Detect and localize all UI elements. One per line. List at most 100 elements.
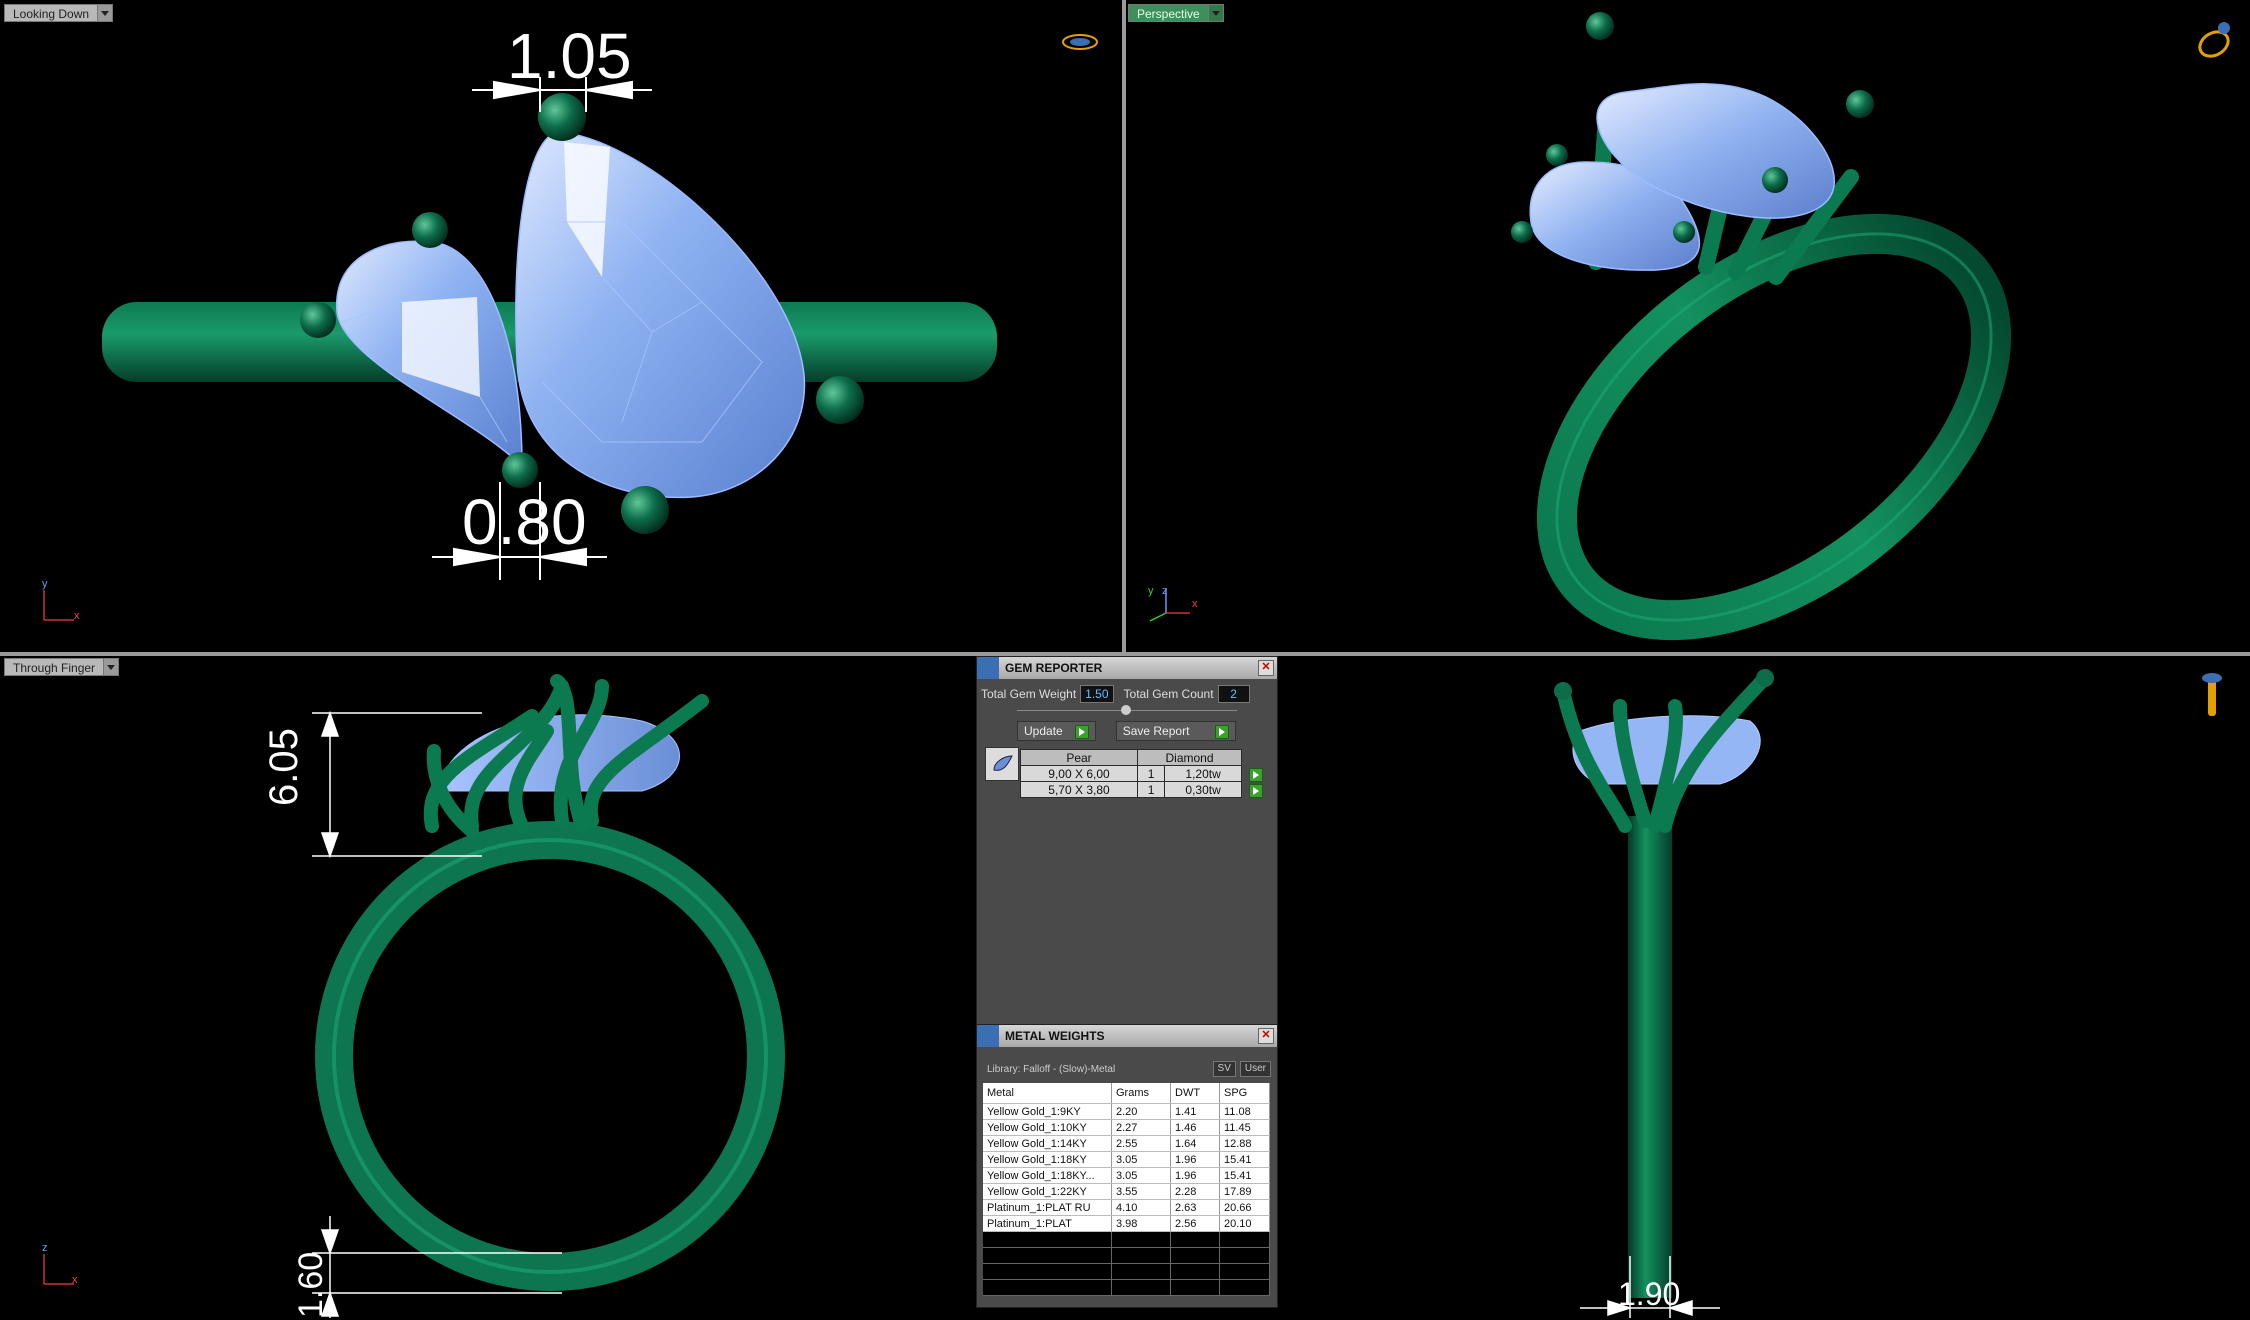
empty-row (983, 1231, 1270, 1248)
table-row[interactable]: Yellow Gold_1:18KY... 3.05 1.96 15.41 (983, 1167, 1270, 1184)
viewport-title: Looking Down (4, 4, 99, 22)
metal-spg: 11.08 (1219, 1103, 1270, 1120)
user-select[interactable]: User (1239, 1061, 1271, 1077)
viewport-through-finger[interactable]: Through Finger 6.05 1.60 z x (2, 656, 972, 1318)
table-row[interactable]: 5,70 X 3,80 1 0,30tw (1020, 781, 1242, 798)
gem-table: Pear Diamond 9,00 X 6,00 1 1,20tw 5,70 X… (1020, 749, 1242, 798)
total-gem-weight-label: Total Gem Weight (981, 687, 1077, 701)
column-header-type: Diamond (1137, 749, 1242, 766)
metal-grams: 3.05 (1111, 1151, 1171, 1168)
column-header-metal: Metal (983, 1083, 1112, 1104)
metal-name: Yellow Gold_1:18KY... (983, 1167, 1112, 1184)
dimension-label-shank-thickness: 1.60 (292, 1251, 330, 1318)
gem-reporter-icon (977, 657, 999, 679)
metal-name: Yellow Gold_1:22KY (983, 1183, 1112, 1200)
viewport-looking-down[interactable]: Looking Down 1.05 0.80 y x (2, 2, 1122, 652)
viewport-side[interactable]: 1.90 (1280, 656, 2248, 1318)
metal-spg: 20.66 (1219, 1199, 1270, 1216)
save-report-button-label: Save Report (1122, 724, 1190, 738)
empty-row (983, 1279, 1270, 1296)
metal-grams: 3.98 (1111, 1215, 1171, 1232)
table-row[interactable]: Yellow Gold_1:14KY 2.55 1.64 12.88 (983, 1135, 1270, 1152)
viewport-perspective[interactable]: Perspective z x y (1126, 2, 2248, 652)
dropdown-arrow-icon[interactable] (104, 658, 120, 676)
play-icon (1215, 724, 1230, 739)
gem-reporter-titlebar[interactable]: GEM REPORTER ✕ (977, 657, 1277, 679)
dimension-label-setting-height: 6.05 (262, 728, 306, 806)
table-row[interactable]: Yellow Gold_1:22KY 3.55 2.28 17.89 (983, 1183, 1270, 1200)
metal-grams: 3.05 (1111, 1167, 1171, 1184)
table-row[interactable]: Yellow Gold_1:18KY 3.05 1.96 15.41 (983, 1151, 1270, 1168)
viewport-menu-through-finger[interactable]: Through Finger (4, 658, 120, 676)
library-label: Library: Falloff - (Slow)-Metal (987, 1063, 1116, 1075)
viewport-divider-vertical[interactable] (1122, 0, 1126, 656)
table-row[interactable]: Platinum_1:PLAT 3.98 2.56 20.10 (983, 1215, 1270, 1232)
prong (538, 93, 586, 141)
play-icon (1074, 724, 1089, 739)
metal-name: Yellow Gold_1:14KY (983, 1135, 1112, 1152)
metal-spg: 11.45 (1219, 1119, 1270, 1136)
shank-side (1628, 816, 1672, 1298)
metal-dwt: 1.41 (1170, 1103, 1220, 1120)
gem-qty: 1 (1136, 765, 1166, 782)
viewport-menu-looking-down[interactable]: Looking Down (4, 4, 114, 22)
total-gem-count-label: Total Gem Count (1123, 687, 1214, 701)
column-header-spg: SPG (1219, 1083, 1270, 1104)
viewport-title: Perspective (1128, 4, 1209, 22)
gem-qty: 1 (1136, 781, 1166, 798)
dimension-label-prong-gap: 0.80 (462, 486, 587, 558)
axis-x-label: x (72, 1274, 78, 1286)
axis-y-label: y (1148, 585, 1154, 597)
metal-name: Platinum_1:PLAT (983, 1215, 1112, 1232)
close-icon[interactable]: ✕ (1258, 1028, 1274, 1044)
close-icon[interactable]: ✕ (1258, 660, 1274, 676)
table-row[interactable]: Yellow Gold_1:9KY 2.20 1.41 11.08 (983, 1103, 1270, 1120)
update-button[interactable]: Update (1017, 721, 1096, 741)
table-row[interactable]: 9,00 X 6,00 1 1,20tw (1020, 765, 1242, 782)
dimension-label-prong-width: 1.05 (507, 20, 632, 92)
metal-weights-titlebar[interactable]: METAL WEIGHTS ✕ (977, 1025, 1277, 1047)
metal-spg: 12.88 (1219, 1135, 1270, 1152)
ring-view-icon[interactable] (1060, 30, 1100, 54)
metal-spg: 15.41 (1219, 1151, 1270, 1168)
table-row[interactable]: Platinum_1:PLAT RU 4.10 2.63 20.66 (983, 1199, 1270, 1216)
update-button-label: Update (1024, 724, 1063, 738)
metal-grams: 2.55 (1111, 1135, 1171, 1152)
metal-name: Yellow Gold_1:10KY (983, 1119, 1112, 1136)
total-gem-weight-value: 1.50 (1080, 685, 1114, 703)
sv-select[interactable]: SV (1212, 1061, 1236, 1077)
metal-grams: 2.20 (1111, 1103, 1171, 1120)
ring-shank (315, 821, 785, 1291)
axis-x-label: x (74, 610, 80, 622)
metal-dwt: 2.63 (1170, 1199, 1220, 1216)
viewport-menu-perspective[interactable]: Perspective (1128, 4, 1224, 22)
total-gem-count-value: 2 (1217, 685, 1250, 703)
gem-reporter-panel: GEM REPORTER ✕ Total Gem Weight 1.50 Tot… (976, 656, 1278, 1026)
metal-table: Metal Grams DWT SPG Yellow Gold_1:9KY 2.2… (983, 1083, 1270, 1296)
column-header-dwt: DWT (1170, 1083, 1220, 1104)
dropdown-arrow-icon[interactable] (98, 4, 114, 22)
panel-title: METAL WEIGHTS (1005, 1029, 1105, 1043)
metal-dwt: 1.64 (1170, 1135, 1220, 1152)
dimension-label-shank-width: 1.90 (1618, 1276, 1681, 1312)
pear-shape-icon (985, 747, 1019, 781)
finger-view-icon[interactable] (2198, 668, 2228, 718)
save-report-button[interactable]: Save Report (1115, 721, 1237, 741)
axis-y-label: y (42, 578, 48, 590)
axis-triad-icon (43, 1254, 74, 1285)
dropdown-arrow-icon[interactable] (1208, 4, 1224, 22)
gem-weight: 0,30tw (1164, 781, 1242, 798)
splitter-handle[interactable] (1121, 705, 1131, 715)
row-go-icon[interactable] (1249, 784, 1263, 798)
table-row[interactable]: Yellow Gold_1:10KY 2.27 1.46 11.45 (983, 1119, 1270, 1136)
row-go-icon[interactable] (1249, 768, 1263, 782)
metal-weights-icon (977, 1025, 999, 1047)
side-view-render (1554, 669, 1774, 1318)
ring-view-icon[interactable] (2194, 18, 2238, 62)
metal-spg: 20.10 (1219, 1215, 1270, 1232)
front-view-render (312, 674, 785, 1318)
axis-x-label: x (1192, 598, 1198, 610)
panel-title: GEM REPORTER (1005, 661, 1103, 675)
metal-weights-panel: METAL WEIGHTS ✕ Library: Falloff - (Slow… (976, 1024, 1278, 1308)
viewport-divider-horizontal[interactable] (0, 652, 2250, 656)
